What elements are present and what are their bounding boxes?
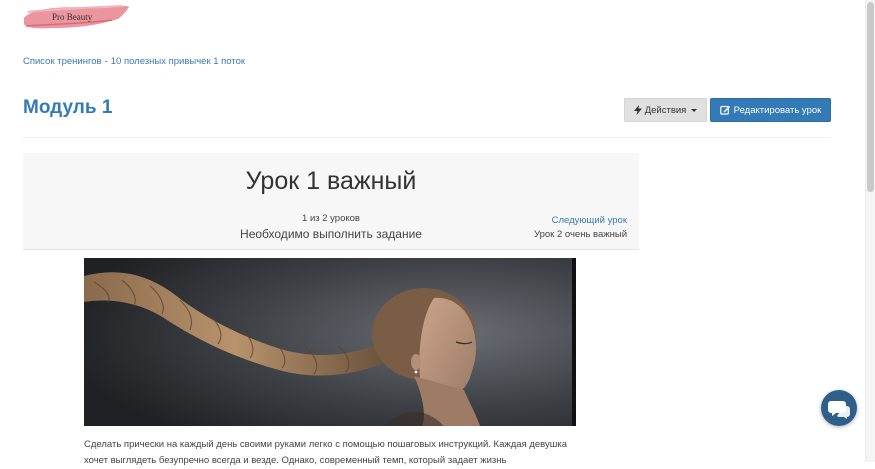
lesson-position: 1 из 2 уроков [302, 213, 360, 224]
actions-label: Действия [644, 104, 687, 116]
caret-down-icon [691, 108, 698, 112]
breadcrumb-separator: - [104, 56, 108, 67]
scrollbar-thumb[interactable] [867, 2, 874, 192]
breadcrumb: Список тренингов -10 полезных привычек 1 … [23, 56, 245, 67]
header-divider [23, 137, 831, 138]
actions-dropdown-button[interactable]: Действия [624, 98, 707, 122]
chat-widget-button[interactable] [821, 390, 857, 426]
next-lesson-title[interactable]: Урок 2 очень важный [534, 229, 627, 240]
lesson-body-text: Сделать прически на каждый день своими р… [84, 439, 568, 466]
edit-lesson-button[interactable]: Редактировать урок [710, 98, 831, 122]
brand-name: Pro Beauty [52, 12, 93, 22]
page-scrollbar[interactable] [865, 0, 875, 462]
brand-logo[interactable]: Pro Beauty [22, 2, 130, 32]
lesson-header-panel: Урок 1 важный 1 из 2 уроков Необходимо в… [23, 153, 639, 250]
lesson-hero-image [84, 258, 576, 426]
chat-icon [828, 401, 850, 419]
page-title: Модуль 1 [23, 97, 113, 118]
breadcrumb-trainings-link[interactable]: Список тренингов [23, 56, 102, 67]
lesson-title: Урок 1 важный [245, 167, 417, 195]
edit-lesson-label: Редактировать урок [733, 104, 822, 116]
edit-icon [719, 105, 730, 115]
next-lesson-link[interactable]: Следующий урок [552, 215, 627, 226]
breadcrumb-course-link[interactable]: 10 полезных привычек 1 поток [111, 56, 245, 67]
bolt-icon [633, 105, 642, 115]
